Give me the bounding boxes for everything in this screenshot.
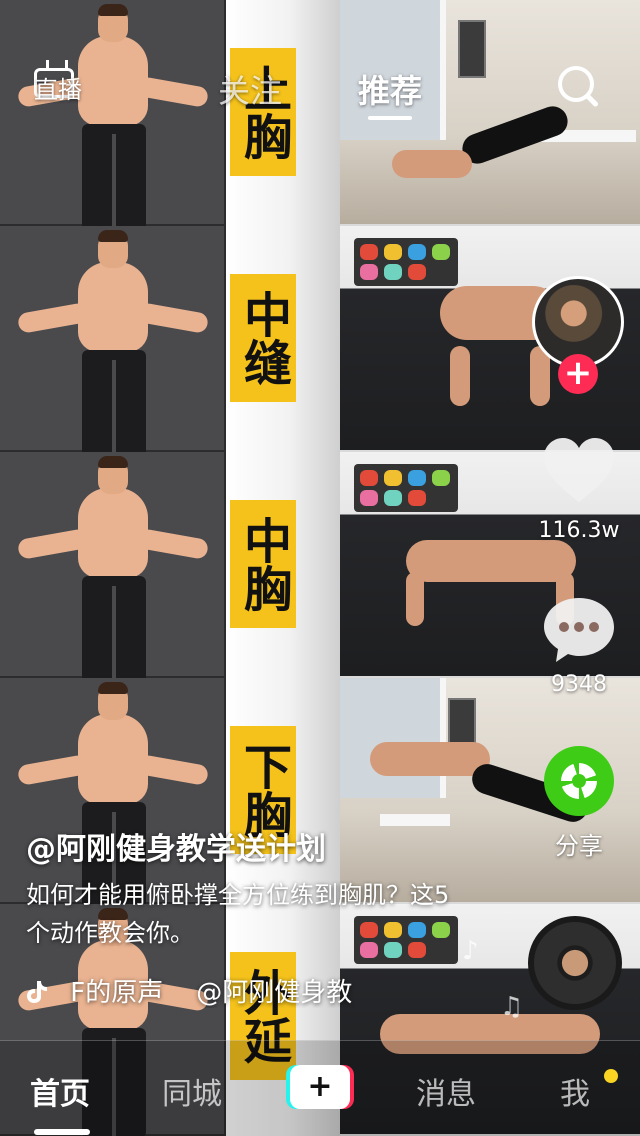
tiktok-note-icon: [27, 981, 47, 1003]
nav-home[interactable]: 首页: [30, 1069, 90, 1113]
like-count: 116.3w: [538, 518, 620, 543]
music-ticker[interactable]: F的原声 @阿刚健身教: [26, 972, 406, 1008]
nav-nearby[interactable]: 同城: [162, 1069, 222, 1113]
exercise-tag-text: 中胸: [235, 516, 291, 612]
comment-icon[interactable]: [542, 594, 616, 664]
live-label[interactable]: 直播: [34, 70, 82, 105]
tab-following[interactable]: 关注: [218, 66, 282, 112]
comment-count: 9348: [551, 672, 607, 697]
create-button[interactable]: +: [286, 1065, 354, 1109]
muscle-illustration: [0, 678, 226, 912]
share-icon: [561, 763, 597, 799]
notification-dot: [604, 1069, 618, 1083]
follow-button[interactable]: +: [558, 354, 598, 394]
search-icon[interactable]: [556, 64, 602, 110]
share-button[interactable]: [544, 746, 614, 816]
exercise-tag: 中胸: [230, 500, 296, 628]
muscle-illustration: [0, 452, 226, 686]
muscle-illustration: [0, 226, 226, 460]
nav-profile[interactable]: 我: [560, 1069, 590, 1113]
author-handle[interactable]: @阿刚健身教学送计划: [26, 824, 326, 868]
video-feed-screen[interactable]: 上胸 中缝 中胸 下胸 外延 直播 关注 推荐 + 116.3w 9348 分享…: [0, 0, 640, 1136]
music-title: F的原声 @阿刚健身教: [70, 978, 353, 1008]
heart-icon[interactable]: [542, 436, 616, 506]
music-disc[interactable]: [528, 916, 622, 1010]
nav-messages[interactable]: 消息: [416, 1069, 476, 1113]
tab-recommended[interactable]: 推荐: [358, 66, 422, 112]
bottom-nav: 首页 同城 + 消息 我: [0, 1040, 640, 1136]
plus-icon: +: [290, 1065, 350, 1109]
music-note-icon: ♫: [500, 992, 524, 1022]
video-description: 如何才能用俯卧撑全方位练到胸肌？这5个动作教会你。: [26, 881, 450, 947]
exercise-tag: 中缝: [230, 274, 296, 402]
share-label[interactable]: 分享: [519, 826, 639, 861]
top-bar: 直播 关注 推荐: [0, 0, 640, 140]
active-tab-indicator: [368, 116, 412, 120]
home-active-indicator: [34, 1129, 90, 1135]
exercise-tag-text: 中缝: [235, 290, 291, 386]
